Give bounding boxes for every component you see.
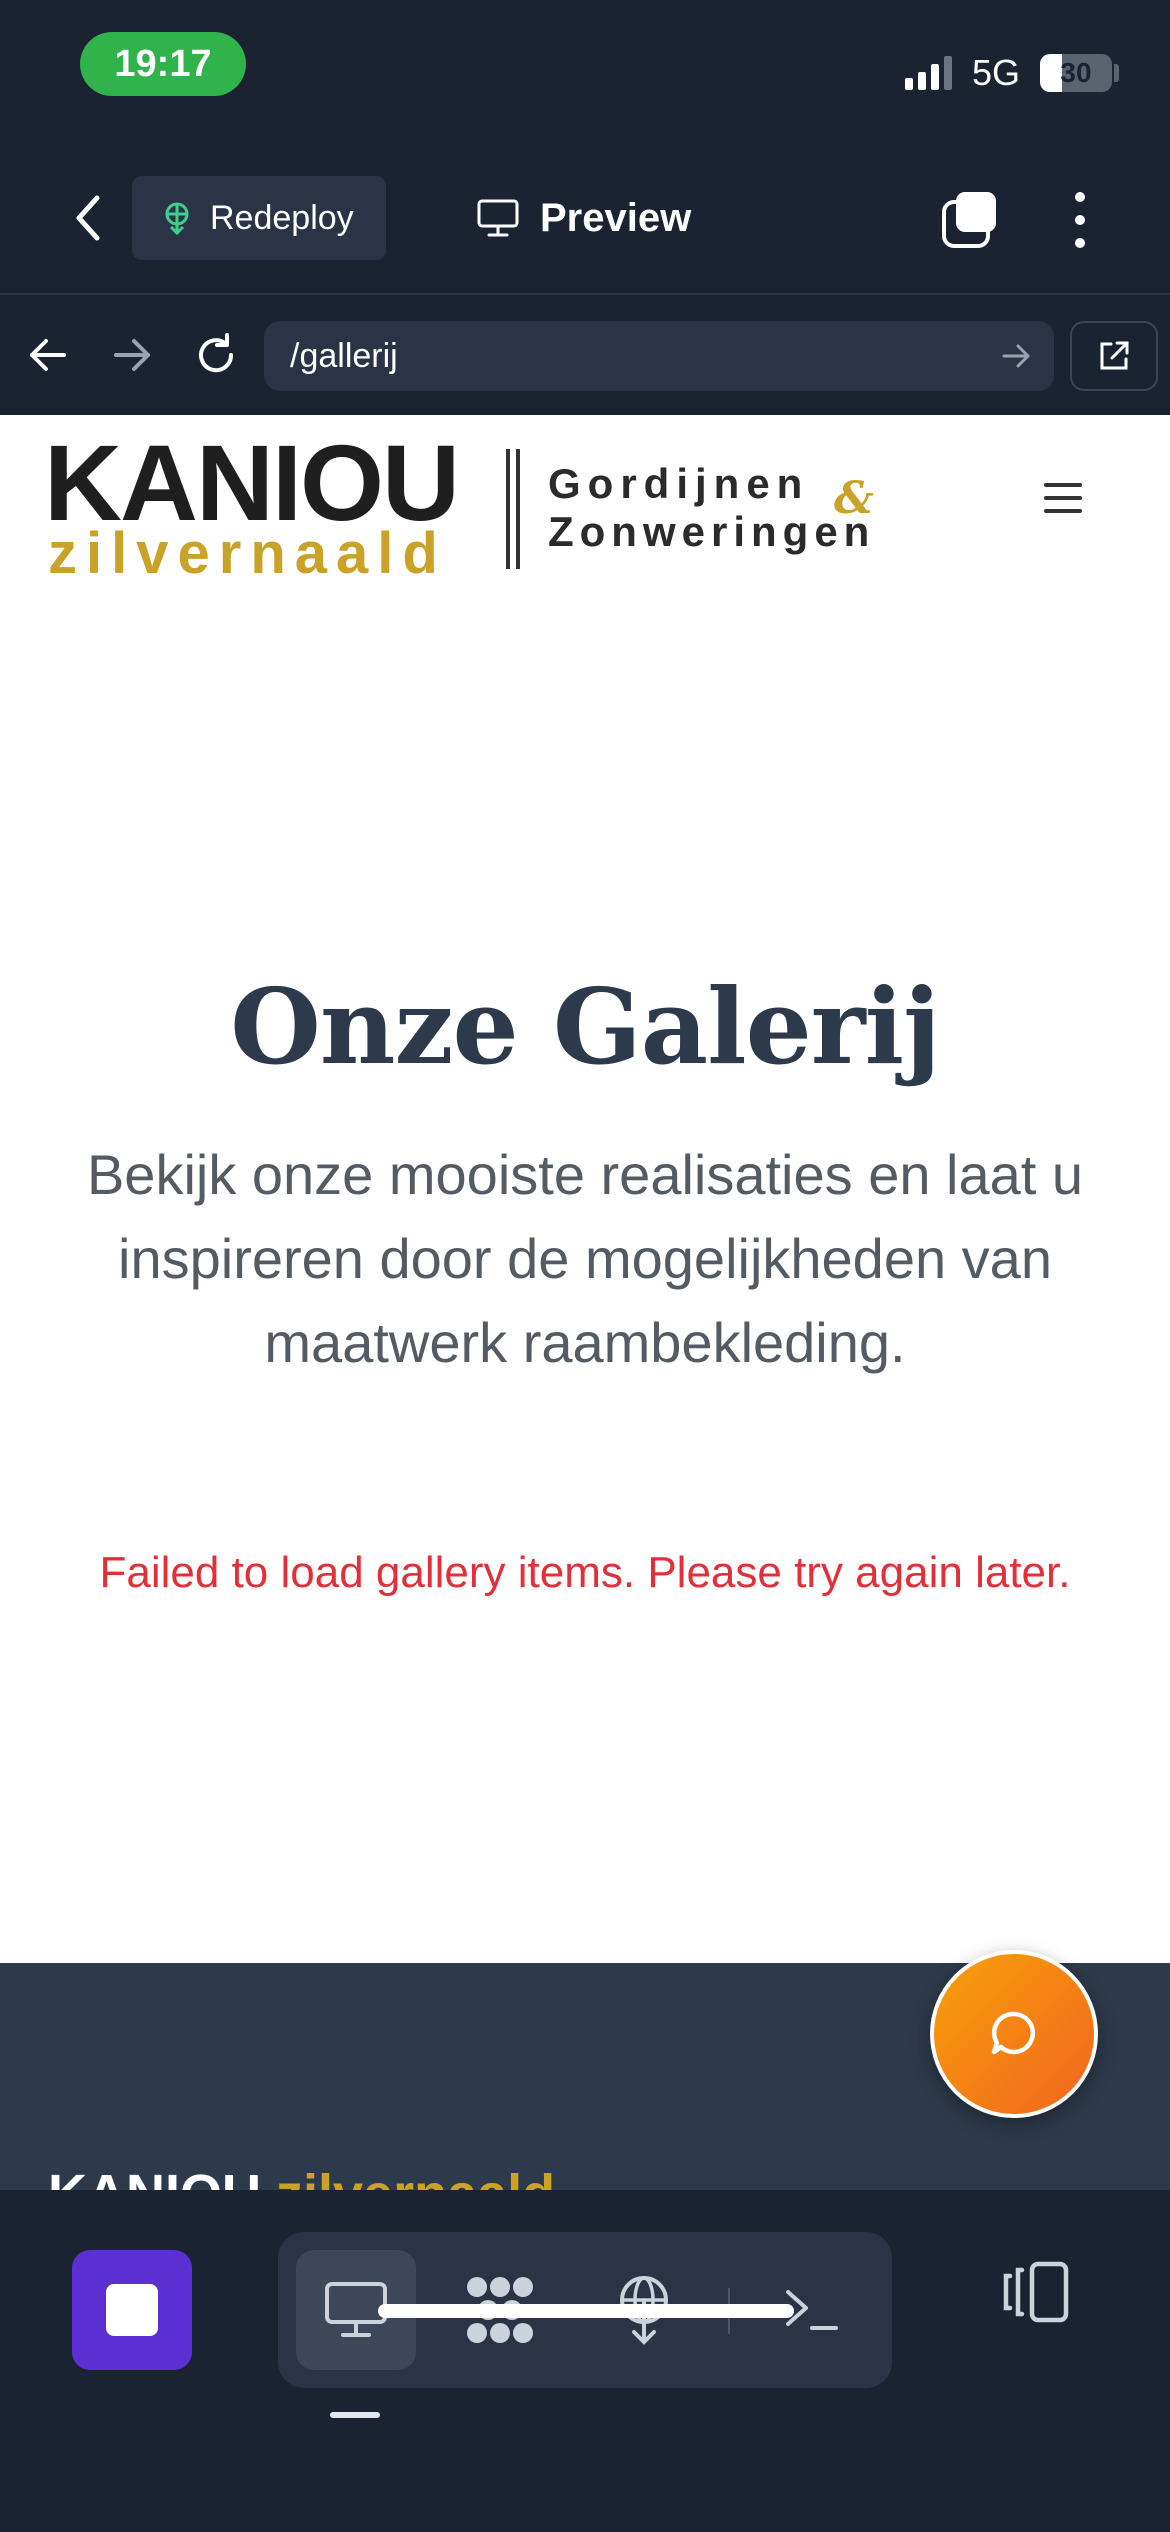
status-bar: 19:17 5G 30 bbox=[0, 0, 1170, 150]
signal-icon bbox=[905, 56, 952, 90]
page-subtitle: Bekijk onze mooiste realisaties en laat … bbox=[86, 1143, 1084, 1374]
url-text: /gallerij bbox=[290, 336, 398, 375]
hamburger-menu-icon[interactable] bbox=[1044, 483, 1082, 513]
nav-back-button[interactable] bbox=[18, 325, 78, 385]
battery-nub bbox=[1114, 64, 1119, 82]
footer-brand: KANIOU zilvernaald bbox=[48, 2163, 555, 2190]
monitor-icon bbox=[477, 199, 519, 237]
reload-icon bbox=[199, 333, 234, 373]
footer-brand-name: KANIOU bbox=[48, 2164, 261, 2190]
tabs-button[interactable] bbox=[938, 188, 1002, 252]
webpage-preview: KANIOU zilvernaald Gordijnen & Zonwering… bbox=[0, 415, 1170, 2190]
tabs-icon bbox=[942, 192, 996, 248]
panels-icon bbox=[1003, 2261, 1069, 2323]
arrow-left-icon bbox=[30, 339, 66, 371]
logo-line1: Gordijnen bbox=[548, 460, 810, 507]
logo-sub: zilvernaald bbox=[48, 521, 447, 586]
back-icon bbox=[76, 195, 100, 241]
site-header: KANIOU zilvernaald Gordijnen & Zonwering… bbox=[0, 415, 1170, 595]
logo-divider bbox=[506, 449, 520, 569]
preview-tab[interactable]: Preview bbox=[476, 176, 691, 260]
more-vertical-icon bbox=[1075, 192, 1085, 202]
reload-button[interactable] bbox=[186, 325, 246, 385]
site-logo[interactable]: KANIOU zilvernaald Gordijnen & Zonwering… bbox=[44, 429, 904, 583]
network-label: 5G bbox=[972, 52, 1021, 93]
redeploy-label: Redeploy bbox=[210, 198, 354, 237]
nav-forward-button[interactable] bbox=[102, 325, 162, 385]
back-button[interactable] bbox=[60, 190, 116, 246]
chat-icon bbox=[991, 2011, 1036, 2055]
stop-icon bbox=[106, 2284, 158, 2336]
app-bar: Redeploy Preview bbox=[0, 150, 1170, 295]
redeploy-button[interactable]: Redeploy bbox=[132, 176, 386, 260]
go-arrow-icon[interactable] bbox=[998, 338, 1034, 374]
open-external-button[interactable] bbox=[1070, 321, 1158, 391]
more-menu-button[interactable] bbox=[1060, 188, 1100, 252]
home-indicator[interactable] bbox=[378, 2304, 794, 2318]
battery-level: 30 bbox=[1060, 57, 1092, 88]
active-tab-indicator bbox=[330, 2412, 380, 2418]
url-bar: /gallerij bbox=[0, 297, 1170, 415]
stop-button[interactable] bbox=[72, 2250, 192, 2370]
chat-button[interactable] bbox=[930, 1950, 1098, 2118]
battery-icon: 30 bbox=[1040, 54, 1112, 92]
footer-brand-sub: zilvernaald bbox=[276, 2164, 555, 2190]
error-message: Failed to load gallery items. Please try… bbox=[99, 1548, 1071, 1597]
logo-line2: Zonweringen bbox=[548, 508, 876, 555]
status-time: 19:17 bbox=[80, 32, 246, 96]
page-title: Onze Galerij bbox=[230, 965, 940, 1088]
bottom-toolbar bbox=[0, 2190, 1170, 2532]
preview-label: Preview bbox=[540, 195, 692, 240]
redeploy-icon bbox=[165, 202, 189, 235]
panels-button[interactable] bbox=[994, 2250, 1078, 2334]
url-input[interactable]: /gallerij bbox=[264, 321, 1054, 391]
external-link-icon bbox=[1100, 341, 1129, 370]
arrow-right-icon bbox=[114, 339, 150, 371]
